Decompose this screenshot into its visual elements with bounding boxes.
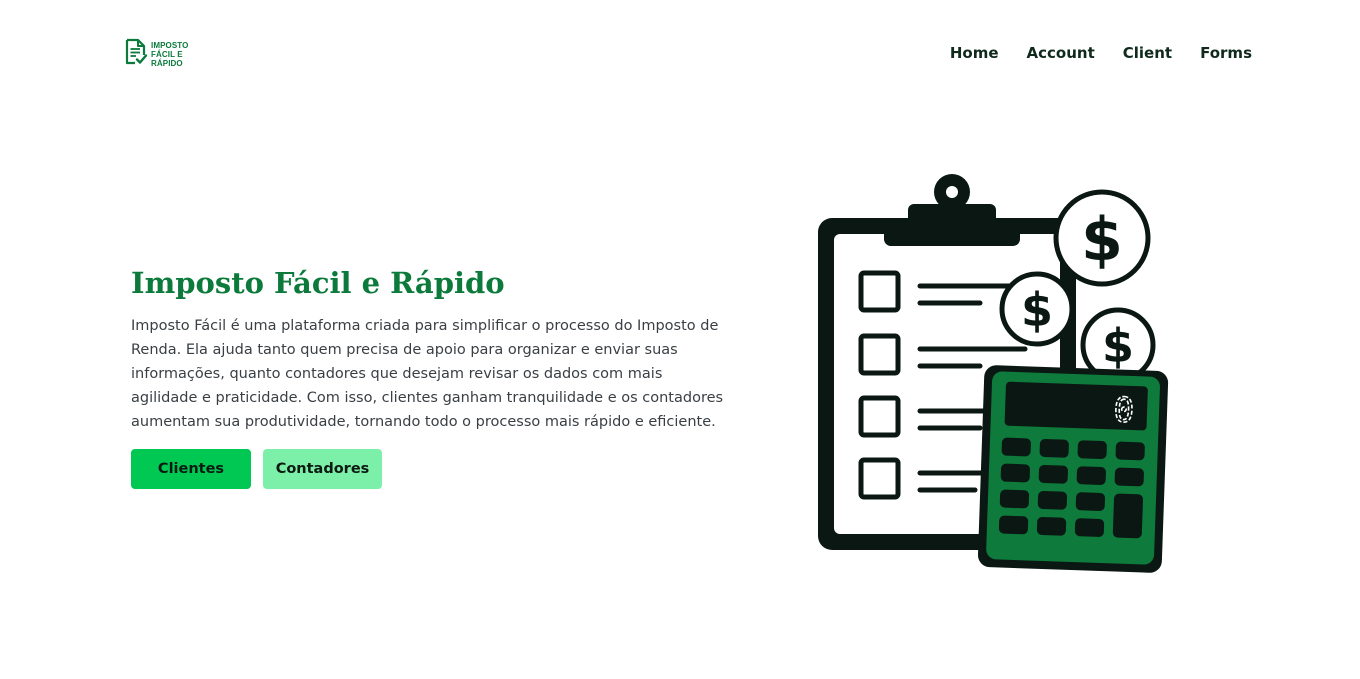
nav-account-link[interactable]: Account: [1027, 44, 1095, 62]
clientes-button[interactable]: Clientes: [131, 449, 251, 489]
logo-wordmark: IMPOSTO FÁCIL E RÁPIDO: [151, 41, 188, 68]
logo-line: RÁPIDO: [151, 58, 183, 68]
hero-actions: Clientes Contadores: [131, 449, 382, 489]
coin-dollar-symbol: $: [1081, 205, 1123, 275]
coin-dollar-symbol: $: [1021, 283, 1053, 337]
hero-title: Imposto Fácil e Rápido: [131, 266, 505, 300]
nav-home-link[interactable]: Home: [950, 44, 999, 62]
nav-client-link[interactable]: Client: [1123, 44, 1172, 62]
main-nav: Home Account Client Forms: [950, 44, 1252, 62]
logo-line: FÁCIL E: [151, 49, 183, 59]
nav-forms-link[interactable]: Forms: [1200, 44, 1252, 62]
hero-description: Imposto Fácil é uma plataforma criada pa…: [131, 318, 724, 430]
calculator-display-value: 0: [1113, 390, 1135, 431]
coin-dollar-symbol: $: [1102, 319, 1134, 373]
brand-logo[interactable]: IMPOSTO FÁCIL E RÁPIDO: [124, 38, 188, 70]
contadores-button[interactable]: Contadores: [263, 449, 382, 489]
logo-line: IMPOSTO: [151, 40, 189, 50]
clipboard-calculator-coins-icon: $ $ $ 0: [810, 172, 1175, 582]
document-check-icon: [124, 38, 148, 70]
page: IMPOSTO FÁCIL E RÁPIDO Home Account Clie…: [0, 0, 1360, 679]
